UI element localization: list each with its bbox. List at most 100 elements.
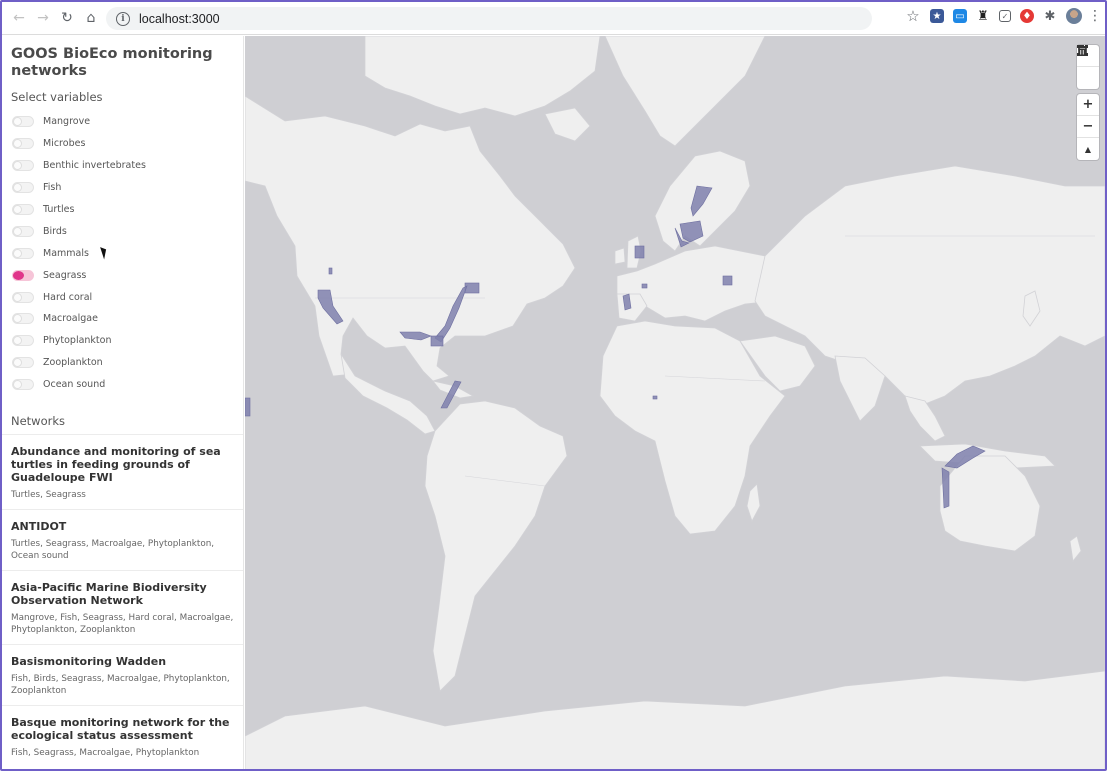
monitoring-area[interactable] bbox=[652, 395, 658, 400]
variable-row-turtles[interactable]: Turtles bbox=[12, 199, 237, 221]
variable-row-seagrass[interactable]: Seagrass bbox=[12, 264, 237, 286]
select-variables-label: Select variables bbox=[11, 90, 103, 104]
nav-buttons: ← → ↻ ⌂ bbox=[8, 7, 102, 29]
toggle-switch[interactable] bbox=[12, 182, 34, 194]
network-variables: Mangrove, Fish, Seagrass, Hard coral, Ma… bbox=[11, 613, 234, 635]
puzzle-icon[interactable]: ✱ bbox=[1043, 9, 1057, 24]
red-extension-icon[interactable]: ♦ bbox=[1020, 9, 1034, 23]
land-australia bbox=[939, 455, 1041, 552]
toggle-switch[interactable] bbox=[12, 335, 34, 347]
zoom-controls: + − ▲ bbox=[1077, 94, 1099, 160]
network-variables: Turtles, Seagrass bbox=[11, 490, 86, 500]
back-button[interactable]: ← bbox=[8, 7, 30, 29]
variable-row-fish[interactable]: Fish bbox=[12, 177, 237, 199]
map[interactable]: + − ▲ bbox=[245, 36, 1105, 771]
variable-label: Phytoplankton bbox=[43, 335, 112, 347]
draw-controls bbox=[1077, 45, 1099, 89]
toggle-knob bbox=[13, 226, 22, 236]
network-title[interactable]: Asia-Pacific Marine Biodiversity Observa… bbox=[11, 581, 235, 607]
toggle-knob bbox=[13, 380, 22, 390]
network-variables: Fish, Seagrass, Macroalgae, Phytoplankto… bbox=[11, 748, 200, 758]
compass-button[interactable]: ▲ bbox=[1077, 138, 1099, 160]
variable-row-mammals[interactable]: Mammals bbox=[12, 242, 237, 264]
bookmark-extension-icon[interactable]: ★ bbox=[930, 9, 944, 23]
monitoring-area[interactable] bbox=[722, 275, 733, 286]
toggle-knob bbox=[13, 314, 22, 324]
variable-label: Benthic invertebrates bbox=[43, 160, 146, 172]
toggle-switch[interactable] bbox=[12, 247, 34, 259]
toggle-switch[interactable] bbox=[12, 160, 34, 172]
variable-label: Fish bbox=[43, 182, 62, 194]
world-map[interactable] bbox=[245, 36, 1105, 771]
pocket-icon[interactable]: ✓ bbox=[999, 10, 1011, 22]
arrow-left-icon: ← bbox=[13, 10, 25, 26]
network-title[interactable]: Basismonitoring Wadden bbox=[11, 655, 235, 668]
toggle-switch[interactable] bbox=[12, 313, 34, 325]
network-list-item[interactable]: Basque monitoring network for the ecolog… bbox=[2, 705, 243, 767]
toggle-switch[interactable] bbox=[12, 116, 34, 128]
land-new-zealand bbox=[1069, 535, 1082, 562]
network-list-item[interactable]: Asia-Pacific Marine Biodiversity Observa… bbox=[2, 570, 243, 644]
variable-row-phytoplankton[interactable]: Phytoplankton bbox=[12, 330, 237, 352]
star-icon[interactable]: ☆ bbox=[905, 7, 921, 25]
toggle-knob bbox=[13, 183, 22, 193]
monitoring-area[interactable] bbox=[634, 245, 645, 259]
variable-row-hard-coral[interactable]: Hard coral bbox=[12, 286, 237, 308]
network-title[interactable]: Basque monitoring network for the ecolog… bbox=[11, 716, 235, 742]
variable-label: Microbes bbox=[43, 138, 86, 150]
toggle-switch[interactable] bbox=[12, 225, 34, 237]
variable-row-microbes[interactable]: Microbes bbox=[12, 133, 237, 155]
land-south-america bbox=[424, 400, 568, 692]
forward-button[interactable]: → bbox=[32, 7, 54, 29]
variable-list: Mangrove Microbes Benthic invertebrates Fis… bbox=[12, 111, 237, 396]
toggle-switch[interactable] bbox=[12, 291, 34, 303]
variable-row-ocean-sound[interactable]: Ocean sound bbox=[12, 374, 237, 396]
toggle-switch[interactable] bbox=[12, 379, 34, 391]
network-title[interactable]: ANTIDOT bbox=[11, 520, 235, 533]
kebab-menu-icon[interactable]: ⋮ bbox=[1088, 8, 1102, 24]
toggle-switch[interactable] bbox=[12, 357, 34, 369]
toggle-switch[interactable] bbox=[12, 138, 34, 150]
monitoring-area[interactable] bbox=[245, 397, 251, 417]
monitoring-area[interactable] bbox=[328, 267, 333, 275]
browser-window: ← → ↻ ⌂ i localhost:3000 ☆ ★ ▭ ♜ ✓ ♦ ✱ ⋮… bbox=[0, 0, 1107, 771]
monitoring-area[interactable] bbox=[464, 282, 480, 294]
network-list-item[interactable]: ANTIDOT Turtles, Seagrass, Macroalgae, Ph… bbox=[2, 509, 243, 570]
zoom-out-icon: − bbox=[1082, 119, 1094, 134]
trash-button[interactable] bbox=[1077, 45, 1099, 89]
variable-row-macroalgae[interactable]: Macroalgae bbox=[12, 308, 237, 330]
networks-label: Networks bbox=[11, 414, 66, 428]
toggle-knob bbox=[13, 292, 22, 302]
variable-row-mangrove[interactable]: Mangrove bbox=[12, 111, 237, 133]
network-title[interactable]: Abundance and monitoring of sea turtles … bbox=[11, 445, 235, 484]
land-antarctica bbox=[245, 670, 1105, 769]
toggle-switch[interactable] bbox=[12, 204, 34, 215]
variable-row-zooplankton[interactable]: Zooplankton bbox=[12, 352, 237, 374]
zoom-in-button[interactable]: + bbox=[1077, 94, 1099, 116]
land-southeast-asia bbox=[904, 395, 946, 442]
variable-row-benthic-invertebrates[interactable]: Benthic invertebrates bbox=[12, 155, 237, 177]
network-list-item[interactable]: Basismonitoring Wadden Fish, Birds, Seagr… bbox=[2, 644, 243, 705]
land-greenland bbox=[604, 36, 766, 147]
extensions-bar: ☆ ★ ▭ ♜ ✓ ♦ ✱ ⋮ bbox=[905, 7, 1102, 25]
address-bar[interactable]: i localhost:3000 bbox=[106, 7, 872, 30]
toggle-switch[interactable] bbox=[12, 269, 34, 281]
monitoring-area[interactable] bbox=[430, 335, 444, 347]
network-variables: Turtles, Seagrass, Macroalgae, Phytoplan… bbox=[11, 539, 215, 561]
url-text[interactable]: localhost:3000 bbox=[139, 12, 220, 26]
network-list: Abundance and monitoring of sea turtles … bbox=[2, 434, 243, 767]
variable-label: Mangrove bbox=[43, 116, 91, 128]
reload-button[interactable]: ↻ bbox=[56, 7, 78, 29]
profile-avatar[interactable] bbox=[1066, 8, 1082, 24]
zoom-out-button[interactable]: − bbox=[1077, 116, 1099, 138]
hat-extension-icon[interactable]: ♜ bbox=[976, 9, 990, 24]
window-extension-icon[interactable]: ▭ bbox=[953, 9, 967, 23]
network-list-item[interactable]: Abundance and monitoring of sea turtles … bbox=[2, 434, 243, 509]
variable-label: Ocean sound bbox=[43, 379, 106, 391]
monitoring-area[interactable] bbox=[641, 283, 648, 289]
site-info-icon[interactable]: i bbox=[116, 11, 130, 26]
sidebar: GOOS BioEco monitoring networks Select v… bbox=[2, 36, 244, 769]
toggle-knob bbox=[13, 270, 24, 280]
home-button[interactable]: ⌂ bbox=[80, 7, 102, 29]
variable-row-birds[interactable]: Birds bbox=[12, 220, 237, 242]
